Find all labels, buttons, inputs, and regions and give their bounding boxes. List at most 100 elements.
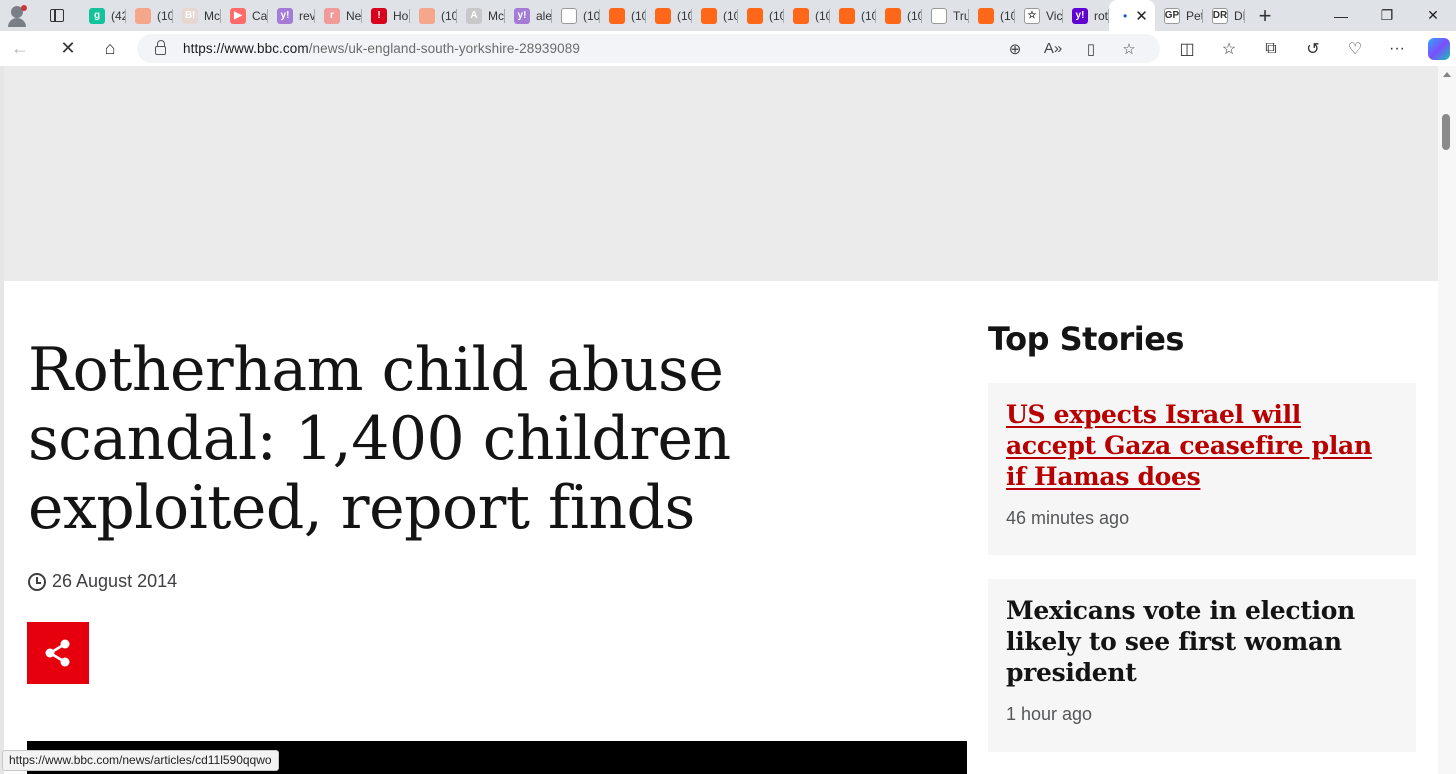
yahoo-icon: y! [514, 7, 530, 24]
url-text[interactable]: https://www.bbc.com/news/uk-england-sout… [183, 41, 580, 56]
browser-tab[interactable]: (10 [552, 0, 600, 31]
browser-tab[interactable]: (10 [876, 0, 922, 31]
url-path: /news/uk-england-south-yorkshire-2893908… [308, 41, 580, 56]
browser-tab[interactable]: (10 [126, 0, 173, 31]
substack-icon [701, 7, 717, 24]
browser-tab[interactable]: (10 [646, 0, 692, 31]
browser-tab-title: ale [536, 8, 552, 23]
vertical-scrollbar[interactable] [1438, 66, 1456, 774]
browser-tab-active[interactable]: • ✕ [1109, 0, 1155, 31]
scroll-up-arrow-icon[interactable] [1443, 72, 1451, 77]
article-dateline: 26 August 2014 [28, 571, 177, 592]
yahoo-icon: y! [277, 7, 293, 24]
scrollbar-thumb[interactable] [1442, 114, 1450, 150]
substack-icon [135, 7, 151, 24]
browser-tab[interactable]: (10 [692, 0, 738, 31]
top-story-link[interactable]: Mexicans vote in election likely to see … [1006, 595, 1398, 688]
substack-icon [747, 7, 763, 24]
browser-tab[interactable]: (10 [410, 0, 457, 31]
browser-tab[interactable]: (10 [969, 0, 1015, 31]
browser-tab[interactable]: (10 [784, 0, 830, 31]
substack-icon [609, 7, 625, 24]
copilot-icon[interactable] [1428, 37, 1450, 60]
home-button[interactable]: ⌂ [90, 31, 130, 66]
browser-tab[interactable]: (10 [600, 0, 646, 31]
status-url-bubble: https://www.bbc.com/news/articles/cd11l5… [2, 750, 279, 771]
translate-icon: A [466, 7, 482, 24]
top-stories-heading: Top Stories [988, 320, 1184, 358]
browser-tab-title: Ne [346, 8, 362, 23]
share-button[interactable] [27, 622, 89, 684]
close-window-icon[interactable]: ✕ [1410, 0, 1456, 31]
browser-tab[interactable]: (10 [830, 0, 876, 31]
substack-icon [655, 7, 671, 24]
browser-tab[interactable]: y! rot [1063, 0, 1109, 31]
browser-tab-title: (42 [111, 8, 126, 23]
browser-toolbar: ← ✕ ⌂ https://www.bbc.com/news/uk-englan… [0, 31, 1456, 66]
browser-tab-title: rev [299, 8, 315, 23]
browser-tab[interactable]: ☆ Vic [1015, 0, 1063, 31]
stop-loading-button[interactable]: ✕ [48, 31, 88, 66]
minimize-icon[interactable]: — [1318, 0, 1364, 31]
alert-icon: ! [371, 7, 387, 24]
close-tab-icon[interactable]: ✕ [1135, 7, 1148, 25]
performance-heart-icon[interactable]: ♡ [1334, 39, 1376, 59]
browser-tab-title: Ca [252, 8, 268, 23]
restore-icon[interactable]: ❐ [1364, 0, 1410, 31]
substack-icon [885, 7, 901, 24]
youtube-icon: ▶ [230, 7, 246, 24]
browser-tab[interactable]: y! rev [268, 0, 315, 31]
history-icon[interactable]: ↺ [1292, 39, 1334, 59]
browser-tab-title: (10 [677, 8, 692, 23]
more-options-icon[interactable]: ··· [1376, 40, 1418, 58]
grammarly-icon: g [89, 7, 105, 24]
star-icon: ☆ [1024, 7, 1040, 24]
lock-icon[interactable] [155, 40, 166, 55]
browser-tab[interactable]: y! ale [505, 0, 552, 31]
split-screen-icon[interactable]: ◫ [1166, 39, 1208, 59]
browser-tab-title: (10 [157, 8, 173, 23]
top-story-time: 1 hour ago [1006, 704, 1093, 724]
read-aloud-icon[interactable]: A» [1034, 40, 1072, 57]
browser-tab[interactable]: r Ne [315, 0, 362, 31]
browser-tab[interactable]: DR DR [1203, 0, 1245, 31]
top-story-link[interactable]: US expects Israel will accept Gaza cease… [1006, 399, 1398, 492]
substack-icon [793, 7, 809, 24]
substack-icon [419, 7, 435, 24]
article-headline: Rotherham child abuse scandal: 1,400 chi… [28, 335, 731, 543]
browser-tab[interactable]: BI Mc [173, 0, 221, 31]
immersive-reader-icon[interactable]: ▯ [1072, 40, 1110, 58]
zoom-icon[interactable]: ⊕ [996, 40, 1034, 58]
top-story-card[interactable]: US expects Israel will accept Gaza cease… [988, 383, 1416, 555]
browser-tab[interactable]: GP Pet [1155, 0, 1203, 31]
back-button[interactable]: ← [0, 31, 40, 66]
browser-tab-title: Mc [204, 8, 220, 23]
browser-tab[interactable]: (10 [738, 0, 784, 31]
browser-tab-title: (10 [861, 8, 876, 23]
news-icon: r [324, 7, 340, 24]
top-story-time: 46 minutes ago [1006, 508, 1130, 528]
url-host: https://www.bbc.com [183, 41, 309, 56]
favorites-icon[interactable]: ☆ [1208, 39, 1250, 59]
tab-actions-menu-icon[interactable] [34, 0, 80, 31]
browser-tab-title: (10 [1000, 8, 1015, 23]
top-story-card[interactable]: Mexicans vote in election likely to see … [988, 579, 1416, 752]
article-date: 26 August 2014 [52, 571, 178, 591]
browser-tab[interactable]: ▶ Ca [221, 0, 268, 31]
browser-tab[interactable]: ! Ho [362, 0, 410, 31]
profile-avatar-icon[interactable] [0, 0, 34, 31]
browser-tab-title: Pet [1186, 8, 1203, 23]
browser-tab[interactable]: g (42 [80, 0, 126, 31]
collections-icon[interactable]: ⧉ [1250, 40, 1292, 58]
loading-icon: • [1123, 8, 1128, 23]
page-viewport: Rotherham child abuse scandal: 1,400 chi… [0, 66, 1438, 774]
browser-tab-title: Tru [953, 8, 969, 23]
address-bar[interactable]: https://www.bbc.com/news/uk-england-sout… [137, 34, 1160, 63]
new-tab-button[interactable]: + [1245, 0, 1285, 31]
browser-tab-title: (10 [907, 8, 922, 23]
browser-tab-title: (10 [723, 8, 738, 23]
browser-tab-title: (10 [815, 8, 830, 23]
browser-tab[interactable]: Tru [922, 0, 969, 31]
browser-tab[interactable]: A Mc [457, 0, 505, 31]
favorite-star-icon[interactable]: ☆ [1110, 40, 1148, 58]
